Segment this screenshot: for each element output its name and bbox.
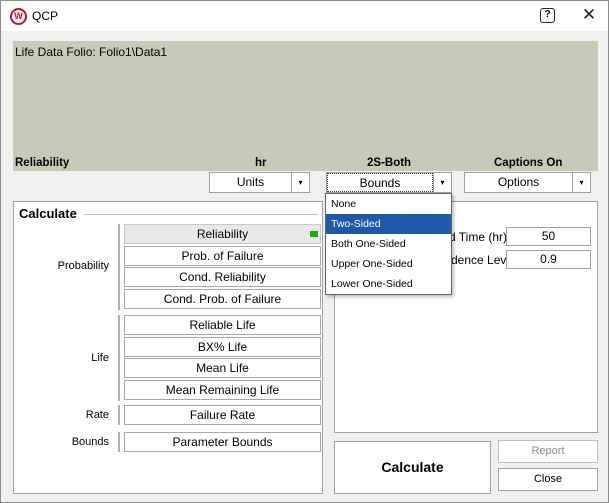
cond-prob-failure-button[interactable]: Cond. Prob. of Failure (124, 289, 321, 309)
reliability-button-label: Reliability (196, 227, 249, 241)
bx-life-button[interactable]: BX% Life (124, 337, 321, 357)
category-life: Life (91, 352, 109, 364)
status-captions: Captions On (494, 157, 563, 169)
parameter-bounds-button[interactable]: Parameter Bounds (124, 432, 321, 452)
category-bar (118, 224, 120, 310)
help-icon[interactable]: ? (540, 8, 555, 23)
category-bar (118, 432, 120, 452)
cond-reliability-button[interactable]: Cond. Reliability (124, 267, 321, 287)
mission-time-label: d Time (hr) (449, 230, 508, 244)
units-combo[interactable]: Units ▾ (209, 172, 310, 193)
bounds-option-both-one-sided[interactable]: Both One-Sided (326, 234, 451, 254)
chevron-down-icon[interactable]: ▾ (572, 173, 590, 192)
mission-time-field[interactable]: 50 (506, 227, 591, 246)
bounds-option-lower-one-sided[interactable]: Lower One-Sided (326, 274, 451, 294)
prob-failure-button[interactable]: Prob. of Failure (124, 246, 321, 266)
window-title: QCP (32, 9, 59, 23)
title-bar: W QCP ? ✕ (1, 1, 608, 31)
close-button[interactable]: Close (498, 468, 598, 491)
category-rate: Rate (85, 409, 109, 421)
bounds-dropdown-list: None Two-Sided Both One-Sided Upper One-… (325, 193, 452, 295)
qcp-window: W QCP ? ✕ Life Data Folio: Folio1\Data1 … (0, 0, 609, 503)
failure-rate-button[interactable]: Failure Rate (124, 405, 321, 425)
app-logo-icon: W (10, 8, 27, 25)
selected-indicator-icon (310, 231, 318, 237)
reliable-life-button[interactable]: Reliable Life (124, 315, 321, 335)
options-combo[interactable]: Options ▾ (464, 172, 591, 193)
mean-life-button[interactable]: Mean Life (124, 358, 321, 378)
folio-path: Life Data Folio: Folio1\Data1 (15, 45, 168, 59)
calculate-group-title: Calculate (19, 206, 77, 221)
folio-info-panel: Life Data Folio: Folio1\Data1 Reliabilit… (13, 41, 598, 171)
options-combo-label: Options (497, 175, 540, 189)
status-units: hr (255, 157, 267, 169)
calculate-button[interactable]: Calculate (334, 441, 491, 494)
chevron-down-icon[interactable]: ▾ (433, 173, 451, 192)
reliability-button[interactable]: Reliability (124, 224, 321, 244)
confidence-level-field[interactable]: 0.9 (506, 250, 591, 269)
bounds-option-none[interactable]: None (326, 194, 451, 214)
bounds-combo-label: Bounds (327, 173, 433, 192)
bounds-combo[interactable]: Bounds ▾ (326, 172, 452, 193)
chevron-down-icon[interactable]: ▾ (291, 173, 309, 192)
calculate-group: Calculate Probability Reliability Prob. … (13, 201, 323, 494)
units-combo-label: Units (236, 175, 265, 189)
category-bar (118, 405, 120, 425)
status-function: Reliability (15, 157, 70, 169)
group-divider (84, 214, 318, 215)
bounds-option-two-sided[interactable]: Two-Sided (326, 214, 451, 234)
status-bounds: 2S-Both (367, 157, 412, 169)
mean-remaining-life-button[interactable]: Mean Remaining Life (124, 380, 321, 400)
report-button[interactable]: Report (498, 440, 598, 463)
category-bar (118, 315, 120, 401)
category-bounds: Bounds (71, 436, 109, 448)
category-probability: Probability (57, 260, 109, 272)
bounds-option-upper-one-sided[interactable]: Upper One-Sided (326, 254, 451, 274)
close-icon[interactable]: ✕ (579, 5, 599, 25)
